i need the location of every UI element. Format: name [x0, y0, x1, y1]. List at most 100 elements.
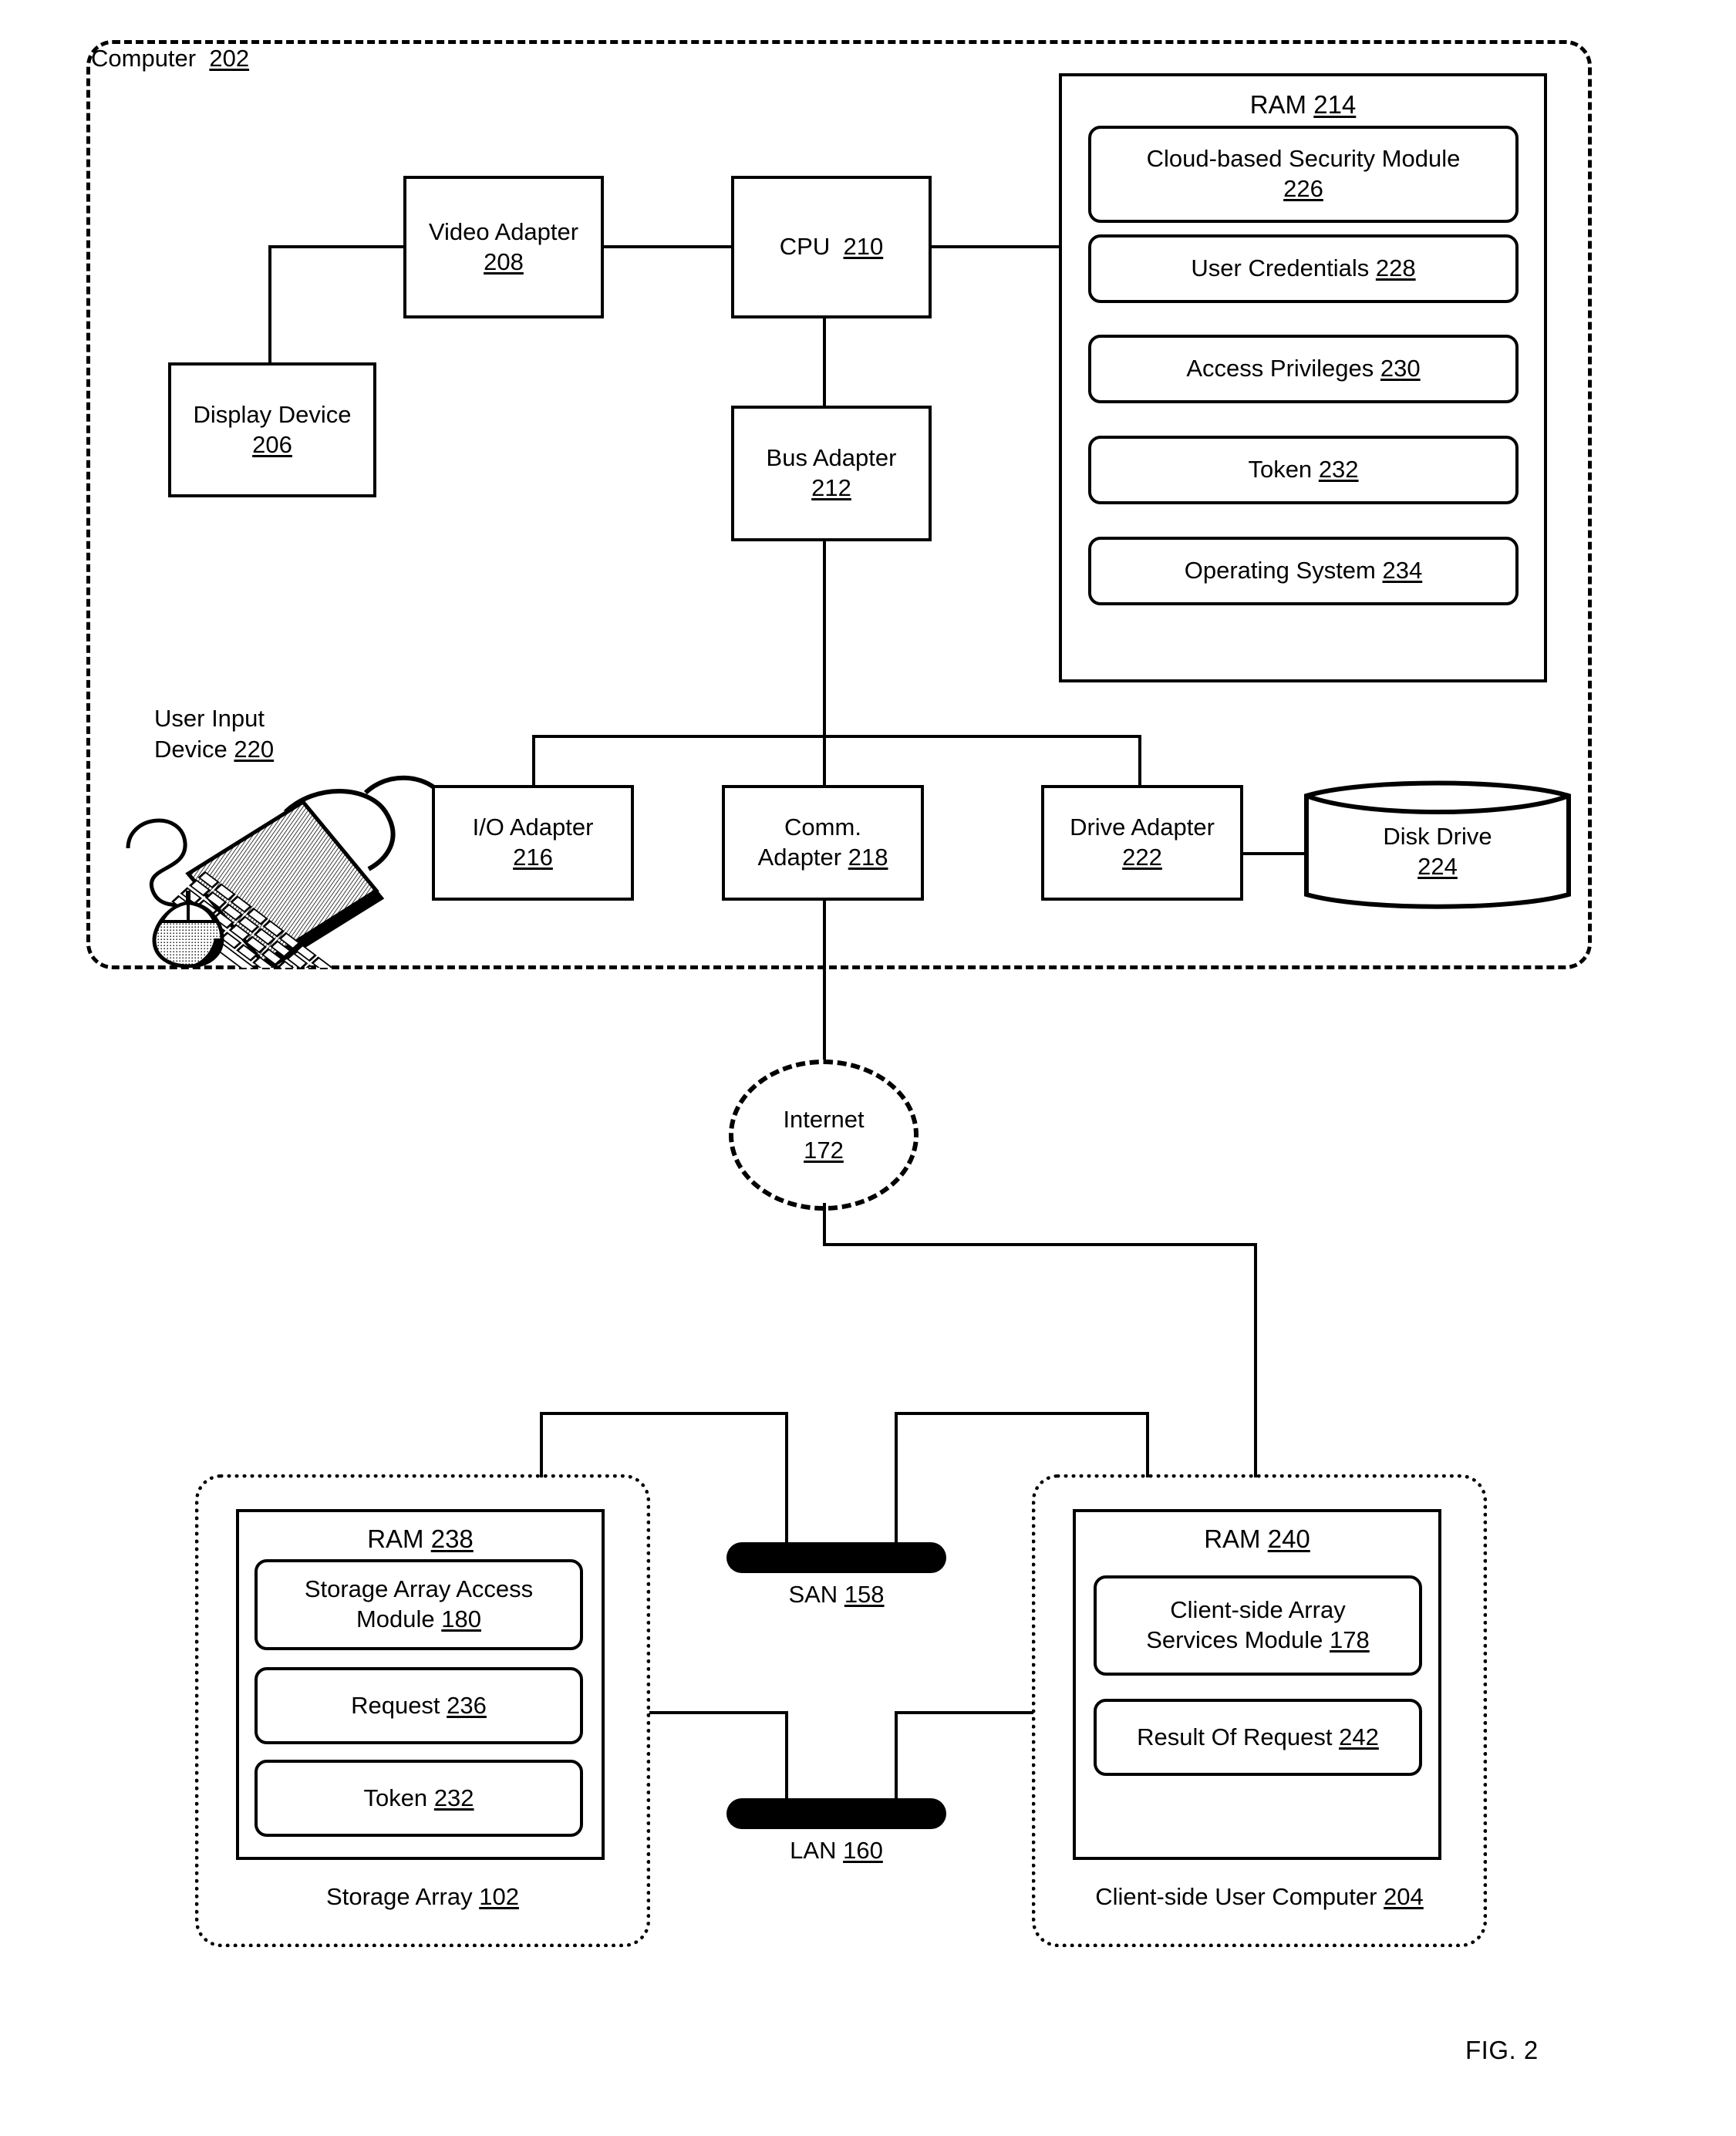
connector-bus-drive-drop	[1138, 735, 1141, 785]
module-user-credentials: User Credentials 228	[1088, 234, 1519, 303]
connector-video-cpu	[603, 245, 733, 248]
san-label: SAN 158	[726, 1579, 946, 1610]
user-input-device-num: 220	[234, 736, 275, 763]
module-token-232-ram238-num: 232	[433, 1784, 474, 1811]
user-input-device-line1: User Input	[154, 705, 265, 732]
connector-internet-client-drop	[1254, 1243, 1257, 1477]
cpu-label: CPU	[779, 233, 831, 261]
module-access-privileges: Access Privileges 230	[1088, 335, 1519, 403]
ram-238-num: 238	[430, 1525, 474, 1553]
module-operating-system: Operating System 234	[1088, 537, 1519, 605]
connector-san-right-riser	[1146, 1412, 1149, 1477]
bus-adapter-num: 212	[811, 474, 851, 501]
module-access-privileges-num: 230	[1380, 355, 1421, 382]
lan-label: LAN 160	[726, 1835, 946, 1866]
disk-drive-num: 224	[1417, 852, 1458, 880]
display-device-box: Display Device 206	[168, 362, 376, 497]
lan-num: 160	[843, 1837, 883, 1864]
user-input-device-label: User Input Device 220	[154, 703, 274, 766]
cpu-box: CPU 210	[731, 176, 932, 318]
client-computer-caption-num: 204	[1384, 1883, 1424, 1910]
connector-san-left-drop	[785, 1412, 788, 1558]
connector-drive-disk	[1243, 852, 1305, 855]
disk-drive-cylinder: Disk Drive 224	[1302, 777, 1573, 912]
drive-adapter-box: Drive Adapter 222	[1041, 785, 1243, 901]
disk-drive-label: Disk Drive	[1383, 822, 1492, 850]
display-device-label: Display Device	[193, 400, 352, 428]
comm-adapter-num: 218	[848, 844, 888, 871]
comm-adapter-line1: Comm.	[784, 814, 861, 841]
lan-bus-bar	[726, 1798, 946, 1829]
computer-enclosure-label: Computer 202	[91, 43, 249, 74]
internet-label: Internet	[783, 1105, 865, 1133]
module-token-232-ram238: Token 232	[255, 1760, 583, 1837]
module-user-credentials-label: User Credentials	[1191, 254, 1370, 282]
connector-internet-right	[823, 1243, 1257, 1246]
storage-array-caption: Storage Array 102	[195, 1882, 650, 1912]
module-client-side-array-services-line1: Client-side Array	[1170, 1596, 1346, 1624]
lan-label-text: LAN	[790, 1837, 837, 1864]
client-ram-240-box: RAM 240	[1073, 1509, 1441, 1860]
cpu-num: 210	[843, 233, 884, 261]
bus-adapter-box: Bus Adapter 212	[731, 406, 932, 541]
storage-array-caption-text: Storage Array	[326, 1883, 473, 1910]
module-operating-system-label: Operating System	[1184, 557, 1376, 585]
connector-bus-io-drop	[532, 735, 535, 785]
comm-adapter-line2: Adapter	[757, 844, 842, 871]
connector-internet-down	[823, 1203, 826, 1246]
connector-lan-right	[895, 1711, 1033, 1714]
io-adapter-label: I/O Adapter	[472, 814, 594, 841]
connector-san-right-top	[895, 1412, 1149, 1415]
drive-adapter-num: 222	[1122, 844, 1162, 871]
connector-video-left-stub	[268, 245, 407, 248]
ram-214-num: 214	[1313, 90, 1357, 119]
module-cloud-based-security: Cloud-based Security Module 226	[1088, 126, 1519, 223]
video-adapter-label: Video Adapter	[428, 217, 579, 245]
storage-array-caption-num: 102	[479, 1883, 519, 1910]
module-cloud-based-security-label: Cloud-based Security Module	[1146, 145, 1461, 173]
module-request-236: Request 236	[255, 1667, 583, 1744]
video-adapter-box: Video Adapter 208	[403, 176, 604, 318]
comm-adapter-box: Comm. Adapter 218	[722, 785, 924, 901]
module-storage-array-access-line1: Storage Array Access	[304, 1575, 534, 1603]
san-bus-bar	[726, 1542, 946, 1573]
client-computer-caption: Client-side User Computer 204	[1032, 1882, 1487, 1912]
connector-lan-left	[649, 1711, 788, 1714]
user-input-device-line2: Device	[154, 736, 228, 763]
module-storage-array-access-num: 180	[441, 1605, 482, 1632]
module-token-232-ram238-label: Token	[363, 1784, 428, 1811]
drive-adapter-label: Drive Adapter	[1070, 814, 1215, 841]
figure-canvas: Computer 202 Video Adapter 208 Display D…	[0, 0, 1736, 2136]
display-device-num: 206	[252, 430, 292, 458]
module-result-of-request-label: Result Of Request	[1137, 1723, 1333, 1750]
module-token-232-ram214: Token 232	[1088, 436, 1519, 504]
module-request-236-label: Request	[351, 1691, 440, 1719]
module-access-privileges-label: Access Privileges	[1186, 355, 1374, 382]
module-token-232-ram214-num: 232	[1318, 456, 1359, 483]
computer-label-num: 202	[209, 45, 250, 72]
module-request-236-num: 236	[447, 1691, 487, 1719]
san-num: 158	[844, 1581, 885, 1608]
module-storage-array-access-line2: Module	[356, 1605, 435, 1632]
computer-label-text: Computer	[91, 45, 197, 72]
video-adapter-num: 208	[484, 248, 524, 275]
module-result-of-request-num: 242	[1339, 1723, 1379, 1750]
san-label-text: SAN	[788, 1581, 838, 1608]
ram-214-label: RAM	[1249, 90, 1307, 119]
connector-san-right-drop	[895, 1412, 898, 1558]
connector-bus-horizontal	[532, 735, 1141, 738]
module-token-232-ram214-label: Token	[1248, 456, 1313, 483]
module-storage-array-access: Storage Array Access Module 180	[255, 1559, 583, 1650]
ram-240-num: 240	[1267, 1525, 1310, 1553]
figure-caption: FIG. 2	[1465, 2036, 1539, 2064]
client-computer-caption-text: Client-side User Computer	[1095, 1883, 1377, 1910]
bus-adapter-label: Bus Adapter	[766, 444, 897, 472]
connector-cpu-ram	[929, 245, 1059, 248]
connector-comm-internet	[823, 901, 826, 1063]
connector-san-left-top	[540, 1412, 788, 1415]
module-result-of-request: Result Of Request 242	[1094, 1699, 1422, 1776]
internet-cloud: Internet 172	[729, 1060, 919, 1211]
ram-238-label: RAM	[367, 1525, 424, 1553]
module-client-side-array-services: Client-side Array Services Module 178	[1094, 1575, 1422, 1676]
module-cloud-based-security-num: 226	[1283, 175, 1323, 202]
